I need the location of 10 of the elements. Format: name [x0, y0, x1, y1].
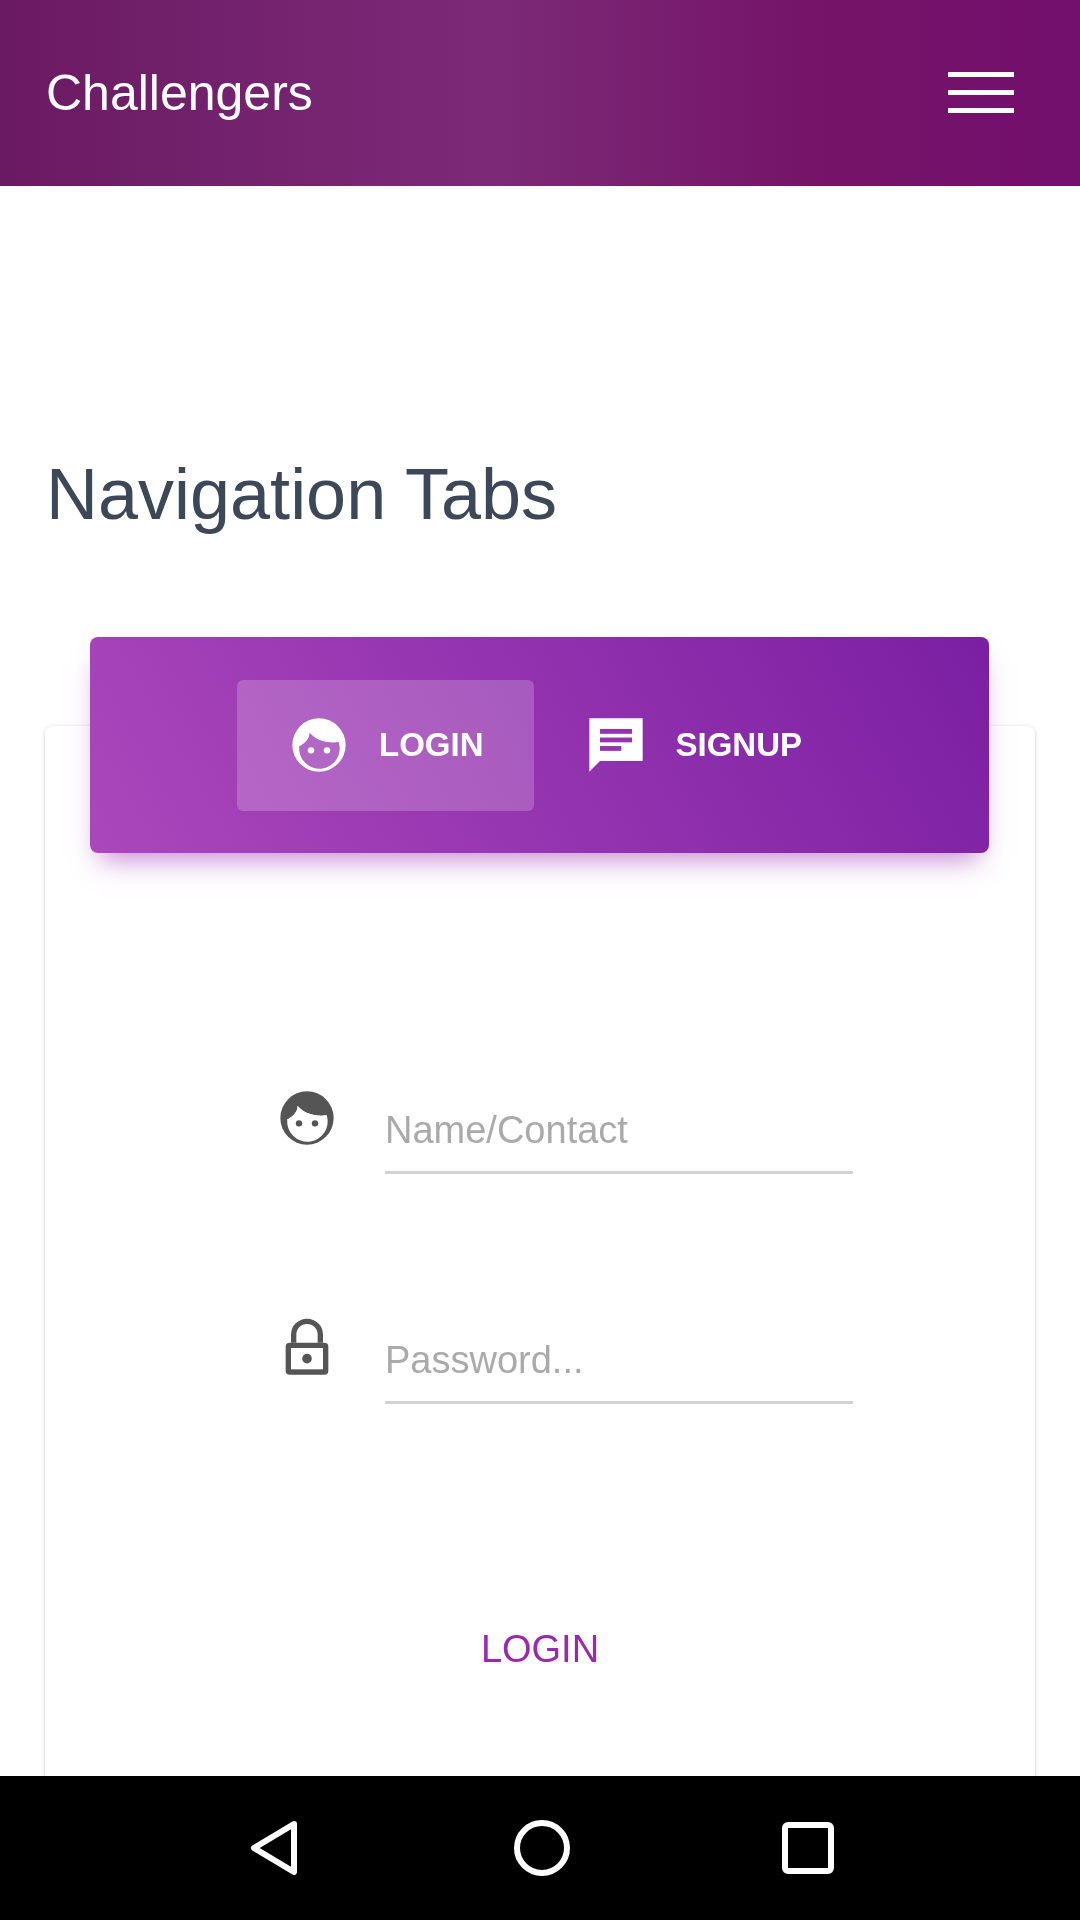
tab[interactable]: LOGIN	[237, 679, 534, 811]
menu-button[interactable]	[948, 71, 1014, 115]
home-icon[interactable]	[513, 1819, 571, 1877]
app-title: Challengers	[46, 63, 313, 123]
input-field[interactable]: Password...	[385, 1320, 853, 1404]
tab[interactable]: SIGNUP	[543, 679, 843, 811]
login-button[interactable]: LOGIN	[460, 1619, 620, 1679]
input-field[interactable]: Name/Contact	[385, 1090, 853, 1174]
recents-icon[interactable]	[782, 1822, 835, 1874]
menu-icon	[948, 71, 1014, 115]
